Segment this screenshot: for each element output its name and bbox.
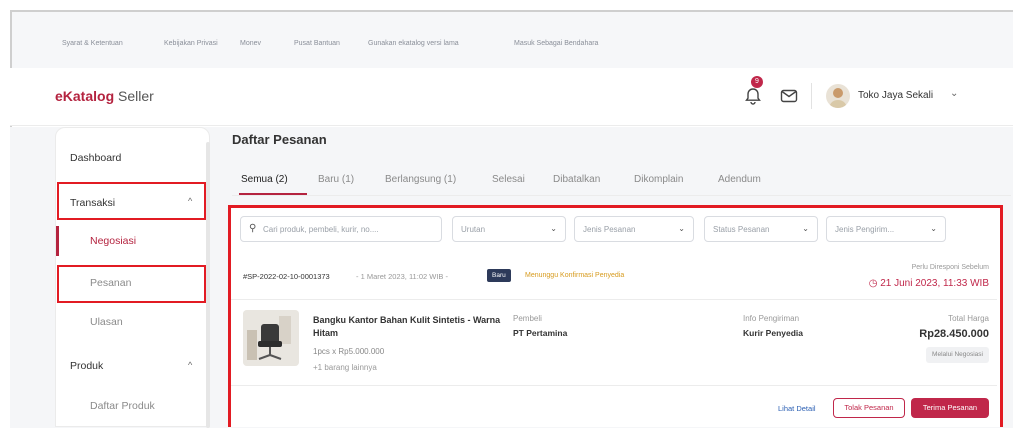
link-old-version[interactable]: Gunakan ekatalog versi lama xyxy=(368,40,459,47)
tab-selesai[interactable]: Selesai xyxy=(492,174,525,185)
link-help[interactable]: Pusat Bantuan xyxy=(294,40,340,47)
more-items: +1 barang lainnya xyxy=(313,363,377,372)
product-qty: 1pcs x Rp5.000.000 xyxy=(313,347,385,356)
top-links-bar: Syarat & Ketentuan Kebijakan Privasi Mon… xyxy=(12,12,1013,70)
sort-dropdown[interactable]: Urutan ⌄ xyxy=(452,216,566,242)
active-indicator xyxy=(56,226,59,256)
total-price: Rp28.450.000 xyxy=(919,328,989,340)
buyer-label: Pembeli xyxy=(513,314,542,323)
tab-adendum[interactable]: Adendum xyxy=(718,174,761,185)
status-badge: Baru xyxy=(487,269,511,282)
actions-divider xyxy=(231,385,997,386)
product-name[interactable]: Bangku Kantor Bahan Kulit Sintetis - War… xyxy=(313,314,503,340)
tab-dibatalkan[interactable]: Dibatalkan xyxy=(553,174,600,185)
tab-berlangsung[interactable]: Berlangsung (1) xyxy=(385,174,456,185)
header-divider xyxy=(811,83,812,109)
sidebar-scrollbar[interactable] xyxy=(206,142,210,428)
active-tab-underline xyxy=(239,193,307,195)
highlight-transaksi xyxy=(57,182,206,220)
order-status: Menunggu Konfirmasi Penyedia xyxy=(525,272,625,279)
search-input[interactable]: ⚲ Cari produk, pembeli, kurir, no.... xyxy=(240,216,442,242)
chevron-down-icon: ⌄ xyxy=(802,224,809,233)
sidebar-item-ulasan[interactable]: Ulasan xyxy=(90,316,123,328)
sidebar-item-daftar-produk[interactable]: Daftar Produk xyxy=(90,400,155,412)
chevron-down-icon: ⌄ xyxy=(930,224,937,233)
tab-semua[interactable]: Semua (2) xyxy=(241,174,288,185)
order-date: - 1 Maret 2023, 11:02 WIB - xyxy=(356,272,448,281)
sidebar-item-negosiasi[interactable]: Negosiasi xyxy=(90,235,136,247)
avatar[interactable] xyxy=(826,84,850,108)
link-monev[interactable]: Monev xyxy=(240,40,261,47)
order-id[interactable]: #SP-2022-02-10-0001373 xyxy=(243,272,330,281)
accept-order-button[interactable]: Terima Pesanan xyxy=(911,398,989,418)
chevron-down-icon: ⌄ xyxy=(678,224,685,233)
search-icon: ⚲ xyxy=(249,223,257,234)
view-detail-link[interactable]: Lihat Detail xyxy=(778,404,816,413)
order-status-dropdown[interactable]: Status Pesanan ⌄ xyxy=(704,216,818,242)
logo[interactable]: eKatalog Seller xyxy=(55,88,154,104)
sidebar-item-dashboard[interactable]: Dashboard xyxy=(70,152,121,164)
buyer: PT Pertamina xyxy=(513,328,568,338)
order-type-dropdown[interactable]: Jenis Pesanan ⌄ xyxy=(574,216,694,242)
page-title: Daftar Pesanan xyxy=(232,132,327,147)
tab-baru[interactable]: Baru (1) xyxy=(318,174,354,185)
tab-dikomplain[interactable]: Dikomplain xyxy=(634,174,683,185)
mail-icon[interactable] xyxy=(779,86,799,106)
link-privacy[interactable]: Kebijakan Privasi xyxy=(164,40,218,47)
shipping-type-dropdown[interactable]: Jenis Pengirim... ⌄ xyxy=(826,216,946,242)
reject-order-button[interactable]: Tolak Pesanan xyxy=(833,398,905,418)
total-label: Total Harga xyxy=(948,314,989,323)
sidebar-item-produk[interactable]: Produk xyxy=(70,360,103,372)
highlight-pesanan xyxy=(57,265,206,303)
shipping-label: Info Pengiriman xyxy=(743,314,800,323)
product-thumbnail[interactable] xyxy=(243,310,299,366)
header: eKatalog Seller 9 Toko Jaya Sekali ⌄ xyxy=(10,68,1013,126)
bell-icon[interactable] xyxy=(743,86,763,106)
deadline: ◷ 21 Juni 2023, 11:33 WIB xyxy=(868,278,989,289)
payment-method-chip: Melalui Negosiasi xyxy=(926,347,989,363)
link-bendahara[interactable]: Masuk Sebagai Bendahara xyxy=(514,40,598,47)
deadline-label: Perlu Diresponi Sebelum xyxy=(911,264,989,271)
clock-icon: ◷ xyxy=(868,278,881,289)
chevron-down-icon[interactable]: ⌄ xyxy=(950,88,958,99)
shipping: Kurir Penyedia xyxy=(743,328,803,338)
chevron-down-icon: ⌄ xyxy=(550,224,557,233)
link-terms[interactable]: Syarat & Ketentuan xyxy=(62,40,123,47)
notification-badge: 9 xyxy=(751,76,763,88)
tabs-divider xyxy=(232,195,1011,196)
chevron-up-icon[interactable]: ^ xyxy=(188,360,192,370)
user-name[interactable]: Toko Jaya Sekali xyxy=(858,90,933,101)
